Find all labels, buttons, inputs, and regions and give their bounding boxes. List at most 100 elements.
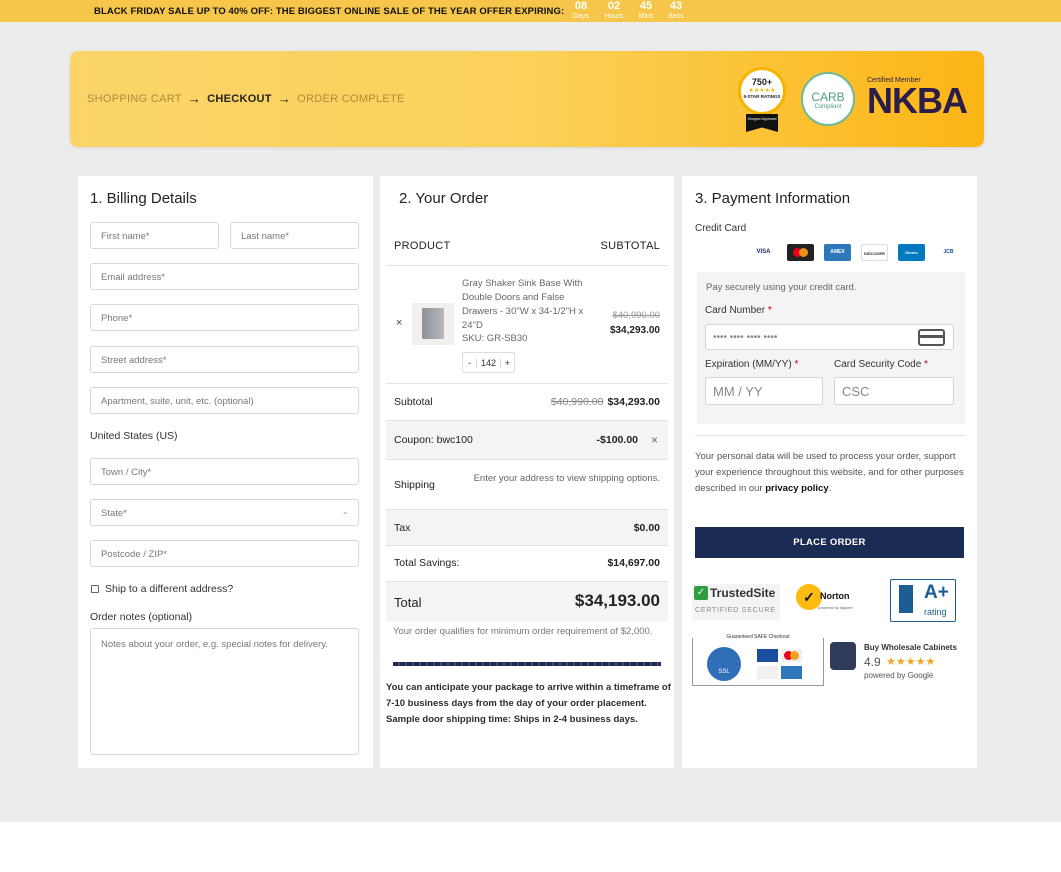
billing-panel: 1. Billing Details First name* Last name…: [78, 176, 373, 768]
delivery-timeframe: You can anticipate your package to arriv…: [386, 682, 671, 709]
carb2-badge: CARB Compliant: [801, 72, 855, 126]
card-number-label: Card Number *: [705, 305, 772, 316]
subtotal-old: $40,990.00: [550, 396, 604, 408]
first-name-input[interactable]: First name*: [90, 222, 219, 249]
csc-input[interactable]: CSC: [834, 377, 954, 405]
norton-badge: ✓ Norton powered by digicert: [796, 584, 860, 618]
state-select[interactable]: State* ⌄: [90, 499, 359, 526]
trustedsite-badge: ✓ TrustedSite CERTIFIED SECURE: [692, 584, 780, 620]
payment-title: 3. Payment Information: [695, 190, 851, 207]
product-thumbnail[interactable]: [412, 303, 454, 345]
countdown-days: 08 Days: [567, 0, 595, 21]
page-footer: [0, 822, 1061, 872]
countdown-hours: 02 Hours: [600, 0, 628, 21]
item-price: $34,293.00: [609, 325, 660, 336]
phone-input[interactable]: Phone*: [90, 304, 359, 331]
carb-title: CARB: [811, 90, 845, 104]
countdown-value: 43: [669, 0, 683, 12]
cabinet-logo-icon: [830, 642, 856, 670]
mastercard-icon: [781, 649, 802, 662]
promo-text: BLACK FRIDAY SALE UP TO 40% OFF: THE BIG…: [94, 6, 565, 17]
qty-plus-button[interactable]: +: [500, 357, 514, 368]
countdown-value: 45: [639, 0, 653, 12]
diners-icon: Diners: [898, 244, 925, 261]
promo-banner: BLACK FRIDAY SALE UP TO 40% OFF: THE BIG…: [0, 0, 1061, 22]
expiry-label-text: Expiration (MM/YY): [705, 359, 792, 370]
city-input[interactable]: Town / City*: [90, 458, 359, 485]
product-sku: SKU: GR-SB30: [462, 333, 528, 344]
item-old-price: $40,990.00: [612, 310, 660, 321]
amex-icon: AMEX: [824, 244, 851, 261]
remove-coupon-icon[interactable]: ×: [651, 433, 658, 447]
coupon-label: Coupon: bwc100: [394, 434, 473, 446]
cabinet-image: [422, 308, 444, 339]
required-mark: *: [794, 359, 799, 370]
countdown-mins: 45 Mins: [632, 0, 660, 21]
credit-card-label[interactable]: Credit Card: [695, 223, 746, 234]
qty-minus-button[interactable]: -: [463, 357, 477, 368]
qty-value[interactable]: 142: [477, 358, 500, 368]
carb-sub: Compliant: [814, 104, 842, 110]
ssl-lock-icon: SSL: [707, 647, 741, 681]
visa-icon: [757, 649, 778, 662]
postcode-input[interactable]: Postcode / ZIP*: [90, 540, 359, 567]
bbb-rating: A+: [924, 582, 949, 603]
subtotal-label: Subtotal: [394, 396, 433, 408]
credit-card-icon: [918, 329, 945, 346]
coupon-value: -$100.00: [596, 434, 638, 446]
shipping-time-note: You can anticipate your package to arriv…: [386, 680, 671, 728]
min-order-note: Your order qualifies for minimum order r…: [393, 626, 653, 637]
total-value: $34,193.00: [574, 591, 660, 610]
amex-icon: [781, 666, 802, 679]
product-name[interactable]: Gray Shaker Sink Base With Double Doors …: [462, 277, 586, 333]
mastercard-icon: [787, 244, 814, 261]
subtotal-row: Subtotal $40,990.00 $34,293.00: [386, 383, 668, 420]
countdown-value: 02: [607, 0, 621, 12]
sample-shipping-time: Sample door shipping time: Ships in 2-4 …: [386, 714, 638, 725]
ship-different-checkbox[interactable]: [91, 585, 99, 593]
discover-icon: DISCOVER: [861, 244, 888, 261]
ship-different-label[interactable]: Ship to a different address?: [105, 583, 233, 595]
privacy-policy-link[interactable]: privacy policy: [765, 483, 828, 494]
norton-sub: powered by digicert: [818, 605, 853, 610]
arrow-right-icon: →: [277, 91, 292, 106]
bbb-badge: A+ rating: [890, 579, 956, 622]
countdown-unit: Hours: [604, 13, 624, 20]
country-label: United States (US): [90, 430, 178, 442]
countdown-secs: 43 Secs: [662, 0, 690, 21]
expiry-label: Expiration (MM/YY) *: [705, 359, 798, 370]
visa-icon: VISA: [750, 244, 777, 261]
star-icons: ★★★★★: [886, 656, 936, 668]
countdown-unit: Mins: [638, 13, 654, 20]
street-input[interactable]: Street address*: [90, 346, 359, 373]
savings-row: Total Savings: $14,697.00: [386, 545, 668, 581]
shipping-row: Shipping Enter your address to view ship…: [386, 459, 668, 509]
shipping-label: Shipping: [394, 479, 435, 491]
tax-value: $0.00: [633, 522, 660, 534]
csc-label-text: Card Security Code: [834, 359, 922, 370]
google-title: Buy Wholesale Cabinets: [864, 643, 957, 652]
expiry-input[interactable]: MM / YY: [705, 377, 823, 405]
google-reviews-badge: Buy Wholesale Cabinets 4.9 ★★★★★ powered…: [830, 640, 970, 686]
last-name-input[interactable]: Last name*: [230, 222, 359, 249]
jcb-icon: JCB: [935, 244, 962, 261]
remove-item-icon[interactable]: ×: [396, 317, 402, 329]
order-item-row: × Gray Shaker Sink Base With Double Door…: [386, 265, 668, 383]
place-order-button[interactable]: PLACE ORDER: [695, 527, 964, 558]
savings-value: $14,697.00: [607, 557, 660, 569]
divider: [695, 435, 964, 436]
ratings-label: 5-STAR RATINGS: [743, 94, 781, 99]
breadcrumb-shopping-cart[interactable]: SHOPPING CART: [87, 93, 182, 105]
email-input[interactable]: Email address*: [90, 263, 359, 290]
bbb-rating-label: rating: [924, 607, 947, 617]
order-notes-textarea[interactable]: Notes about your order, e.g. special not…: [90, 628, 359, 755]
progress-bar: [393, 662, 661, 666]
total-row: Total $34,193.00: [386, 581, 668, 622]
quantity-stepper: - 142 +: [462, 352, 515, 373]
tax-label: Tax: [394, 522, 411, 534]
breadcrumb-order-complete: ORDER COMPLETE: [297, 92, 405, 105]
apartment-input[interactable]: Apartment, suite, unit, etc. (optional): [90, 387, 359, 414]
bbb-logo-icon: [899, 585, 913, 613]
csc-label: Card Security Code *: [834, 359, 928, 370]
card-number-input[interactable]: •••• •••• •••• ••••: [705, 324, 954, 350]
